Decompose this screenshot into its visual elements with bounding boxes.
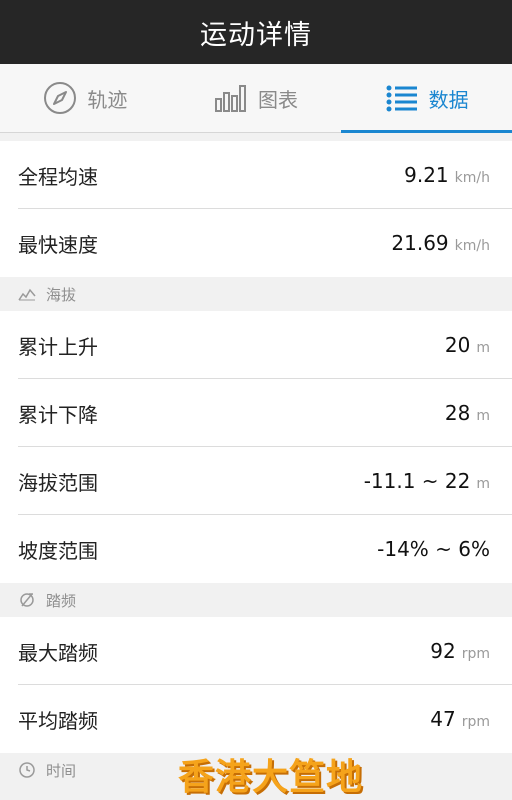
section-title: 时间 <box>46 761 77 780</box>
tab-bar: 轨迹 图表 数据 <box>0 64 512 133</box>
row-total-descent: 累计下降 28 m <box>0 379 512 447</box>
row-label: 累计上升 <box>18 334 98 359</box>
row-unit: rpm <box>461 714 490 730</box>
row-altitude-range: 海拔范围 -11.1 ~ 22 m <box>0 447 512 515</box>
row-unit: m <box>476 408 490 424</box>
section-cadence: 踏频 <box>0 583 512 617</box>
row-total-ascent: 累计上升 20 m <box>0 311 512 379</box>
row-unit: km/h <box>454 238 490 254</box>
row-label: 全程均速 <box>18 164 98 189</box>
row-value: 92 <box>430 639 456 663</box>
list-icon <box>385 84 419 112</box>
row-value-group: -11.1 ~ 22 m <box>364 469 490 493</box>
watermark-text: 香港大笪地 <box>178 757 364 798</box>
data-list[interactable]: 全程均速 9.21 km/h 最快速度 21.69 km/h 海拔 累计上升 20 m… <box>0 133 512 787</box>
section-altitude: 海拔 <box>0 277 512 311</box>
row-value: 20 <box>444 333 471 357</box>
cadence-icon <box>18 591 36 609</box>
row-label: 海拔范围 <box>18 470 98 495</box>
tab-chart[interactable]: 图表 <box>171 64 342 132</box>
list-top-gap <box>0 133 512 141</box>
tab-data-label: 数据 <box>428 87 469 112</box>
row-value: -14% ~ 6% <box>377 537 490 561</box>
row-value-group: 47 rpm <box>430 707 490 731</box>
tab-track-label: 轨迹 <box>87 87 128 112</box>
row-value: 47 <box>430 707 456 731</box>
row-value-group: 92 rpm <box>430 639 490 663</box>
bar-chart-icon <box>214 83 248 113</box>
row-label: 最大踏频 <box>18 640 98 665</box>
row-value-group: 20 m <box>445 333 490 357</box>
row-label: 最快速度 <box>18 232 98 257</box>
tab-data[interactable]: 数据 <box>341 64 512 133</box>
row-max-cadence: 最大踏频 92 rpm <box>0 617 512 685</box>
row-unit: m <box>476 340 490 356</box>
section-title: 海拔 <box>46 285 77 304</box>
row-value: -11.1 ~ 22 <box>363 469 471 493</box>
tab-track[interactable]: 轨迹 <box>0 64 171 132</box>
row-unit: rpm <box>461 646 490 662</box>
row-max-speed: 最快速度 21.69 km/h <box>0 209 512 277</box>
row-value-group: 9.21 km/h <box>404 163 490 187</box>
row-average-speed: 全程均速 9.21 km/h <box>0 141 512 209</box>
tab-chart-label: 图表 <box>258 87 298 112</box>
compass-icon <box>43 81 77 115</box>
row-label: 坡度范围 <box>18 538 98 563</box>
clock-icon <box>18 761 36 779</box>
section-title: 踏频 <box>46 591 77 610</box>
row-value: 28 <box>444 401 471 425</box>
row-value-group: 28 m <box>445 401 490 425</box>
row-label: 平均踏频 <box>18 708 98 733</box>
row-label: 累计下降 <box>18 402 98 427</box>
row-value-group: -14% ~ 6% <box>377 537 490 561</box>
row-average-cadence: 平均踏频 47 rpm <box>0 685 512 753</box>
row-value-group: 21.69 km/h <box>391 231 490 255</box>
page-title: 运动详情 <box>200 19 312 51</box>
row-value: 9.21 <box>404 163 449 187</box>
altitude-icon <box>18 287 36 301</box>
row-grade-range: 坡度范围 -14% ~ 6% <box>0 515 512 583</box>
row-unit: km/h <box>454 170 490 186</box>
row-unit: m <box>476 476 490 492</box>
title-bar: 运动详情 <box>0 0 512 64</box>
row-value: 21.69 <box>391 231 449 255</box>
